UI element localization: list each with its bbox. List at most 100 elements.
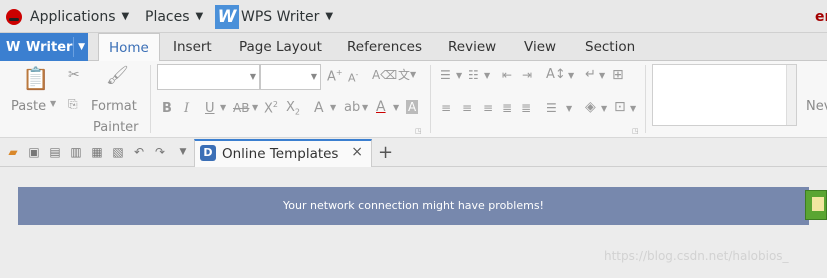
chevron-down-icon[interactable]: ▼: [330, 103, 336, 112]
chevron-down-icon[interactable]: ▼: [252, 103, 258, 112]
export-pdf-icon[interactable]: ▤: [48, 145, 62, 159]
phonetic-guide-icon[interactable]: 文: [398, 66, 410, 83]
chevron-down-icon[interactable]: ▼: [311, 72, 317, 81]
paste-button[interactable]: Paste: [11, 99, 46, 114]
tab-view[interactable]: View: [524, 33, 556, 61]
tab-page-layout[interactable]: Page Layout: [239, 33, 322, 61]
align-left-icon[interactable]: ≡: [441, 101, 451, 115]
dialog-launcher-icon[interactable]: ◳: [415, 127, 422, 135]
tab-home[interactable]: Home: [98, 33, 160, 62]
align-right-icon[interactable]: ≡: [483, 101, 493, 115]
font-name-combo[interactable]: ▼: [157, 64, 260, 90]
highlight-icon[interactable]: ab: [344, 100, 360, 115]
align-center-icon[interactable]: ≡: [462, 101, 472, 115]
shrink-font-icon[interactable]: A-: [348, 70, 358, 85]
notes-icon[interactable]: [805, 190, 827, 220]
network-warning-banner: Your network connection might have probl…: [18, 187, 809, 225]
format-painter-icon[interactable]: 🖌: [106, 65, 129, 86]
chevron-down-icon[interactable]: ▼: [393, 103, 399, 112]
tab-review[interactable]: Review: [448, 33, 496, 61]
distribute-icon[interactable]: ≣: [521, 101, 531, 115]
chevron-down-icon: ▼: [195, 11, 204, 22]
quick-access-toolbar: ▰ ▣ ▤ ▥ ▦ ▧ ↶ ↷ ▼ D Online Templates × +: [0, 139, 827, 167]
numbered-list-icon[interactable]: ☷: [468, 68, 479, 82]
wps-logo-icon: W: [215, 4, 239, 29]
user-menu[interactable]: er: [815, 0, 827, 33]
applications-menu[interactable]: Applications ▼: [6, 0, 129, 33]
cut-icon[interactable]: ✂: [68, 67, 80, 83]
borders-icon[interactable]: ⊡: [614, 99, 626, 115]
underline-icon[interactable]: U: [205, 101, 215, 116]
justify-icon[interactable]: ≣: [502, 101, 512, 115]
decrease-indent-icon[interactable]: ⇤: [502, 68, 512, 82]
font-size-combo[interactable]: ▼: [260, 64, 321, 90]
text-direction-icon[interactable]: A↕: [546, 67, 566, 82]
chevron-down-icon[interactable]: ▼: [250, 72, 256, 81]
chevron-down-icon[interactable]: ▼: [630, 104, 636, 113]
customize-toolbar-icon[interactable]: ▼: [176, 145, 190, 159]
grow-font-icon[interactable]: A+: [327, 68, 343, 84]
format-painter-label[interactable]: Format: [91, 99, 137, 114]
char-shading-icon[interactable]: A: [406, 100, 419, 114]
writer-label: Writer: [26, 39, 73, 55]
places-menu[interactable]: Places ▼: [145, 0, 203, 33]
writer-icon: W: [6, 40, 21, 55]
window-list-wps[interactable]: W WPS Writer ▼: [215, 0, 339, 33]
new-style-button[interactable]: Nev: [806, 99, 827, 114]
chevron-down-icon: ▼: [121, 11, 130, 22]
chevron-down-icon[interactable]: ▼: [601, 104, 607, 113]
chevron-down-icon: ▼: [325, 11, 334, 22]
style-gallery-scrollbar[interactable]: [786, 65, 796, 125]
add-tab-button[interactable]: +: [378, 142, 393, 163]
format-painter-label-2[interactable]: Painter: [93, 120, 139, 135]
subscript-icon[interactable]: X2: [286, 100, 300, 117]
style-gallery[interactable]: [652, 64, 797, 126]
chevron-down-icon[interactable]: ▼: [410, 70, 416, 79]
tab-insert[interactable]: Insert: [173, 33, 212, 61]
online-templates-icon: D: [200, 145, 216, 161]
font-color-icon[interactable]: A: [376, 99, 386, 115]
divider: [150, 65, 151, 133]
print-preview-icon[interactable]: ▦: [90, 145, 104, 159]
bullet-list-icon[interactable]: ☰: [440, 68, 451, 82]
strikethrough-icon[interactable]: AB: [233, 101, 249, 115]
preview-icon[interactable]: ▧: [111, 145, 125, 159]
chevron-down-icon[interactable]: ▼: [568, 71, 574, 80]
undo-icon[interactable]: ↶: [132, 145, 146, 159]
tab-section[interactable]: Section: [585, 33, 635, 61]
paragraph-shading-icon[interactable]: ◈: [585, 99, 596, 115]
copy-icon[interactable]: ⎘: [68, 97, 78, 112]
bold-icon[interactable]: B: [162, 101, 172, 116]
watermark: https://blog.csdn.net/halobios_: [604, 249, 789, 263]
chevron-down-icon[interactable]: ▼: [78, 42, 85, 52]
divider: [645, 65, 646, 133]
chevron-down-icon[interactable]: ▼: [566, 104, 572, 113]
line-spacing-icon[interactable]: ☰: [546, 101, 557, 115]
print-icon[interactable]: ▥: [69, 145, 83, 159]
superscript-icon[interactable]: X2: [264, 100, 278, 116]
close-icon[interactable]: ×: [351, 144, 363, 160]
text-effect-icon[interactable]: A: [314, 100, 324, 116]
open-folder-icon[interactable]: ▰: [6, 145, 20, 159]
dialog-launcher-icon[interactable]: ◳: [632, 127, 639, 135]
paragraph-mark-icon[interactable]: ↵: [585, 67, 596, 82]
tab-online-templates[interactable]: D Online Templates ×: [194, 139, 372, 167]
increase-indent-icon[interactable]: ⇥: [522, 68, 532, 82]
chevron-down-icon[interactable]: ▼: [362, 103, 368, 112]
chevron-down-icon[interactable]: ▼: [484, 71, 490, 80]
divider: [430, 65, 431, 133]
chevron-down-icon[interactable]: ▼: [50, 99, 56, 108]
paste-icon[interactable]: 📋: [22, 67, 49, 92]
italic-icon[interactable]: I: [184, 101, 189, 116]
chevron-down-icon[interactable]: ▼: [456, 71, 462, 80]
ribbon-tab-bar: W Writer ▼ Home Insert Page Layout Refer…: [0, 33, 827, 62]
redo-icon[interactable]: ↷: [153, 145, 167, 159]
chevron-down-icon[interactable]: ▼: [599, 71, 605, 80]
chevron-down-icon[interactable]: ▼: [220, 103, 226, 112]
save-icon[interactable]: ▣: [27, 145, 41, 159]
writer-menu-button[interactable]: W Writer ▼: [0, 33, 88, 61]
window-title: WPS Writer: [241, 8, 320, 25]
table-grid-icon[interactable]: ⊞: [612, 67, 624, 83]
clear-format-icon[interactable]: A⌫: [372, 68, 397, 82]
tab-references[interactable]: References: [347, 33, 422, 61]
